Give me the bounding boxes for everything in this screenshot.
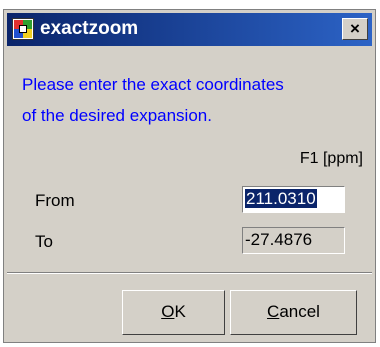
close-button[interactable]: × [342,18,368,40]
app-grid-icon [12,18,34,40]
message-line-1: Please enter the exact coordinates [22,75,284,94]
message-line-2: of the desired expansion. [22,106,212,125]
title-bar[interactable]: exactzoom × [7,13,372,46]
ok-button[interactable]: OK [122,290,225,335]
from-input[interactable]: 211.0310 [242,186,345,213]
separator [7,272,372,274]
cancel-label-rest: ancel [279,302,320,321]
to-label: To [35,232,53,251]
to-input[interactable]: -27.4876 [242,227,345,254]
cancel-mnemonic: C [267,302,280,321]
window-title: exactzoom [40,18,139,39]
ok-label-rest: K [174,302,186,321]
ok-mnemonic: O [161,302,175,321]
to-value: -27.4876 [245,230,313,249]
from-value: 211.0310 [245,189,317,208]
exactzoom-dialog: exactzoom × Please enter the exact coord… [3,9,376,343]
from-label: From [35,191,75,210]
cancel-button[interactable]: Cancel [230,290,357,335]
column-header: F1 [ppm] [299,150,363,167]
close-icon: × [350,19,360,38]
